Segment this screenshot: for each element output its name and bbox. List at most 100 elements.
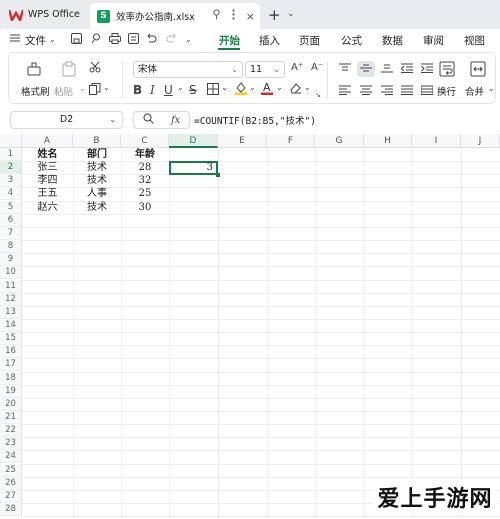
zoom-lookup-icon[interactable]	[143, 113, 154, 127]
align-bottom-icon[interactable]	[381, 62, 393, 76]
column-header-f[interactable]: F	[267, 134, 315, 148]
row-header-22[interactable]: 22	[0, 424, 22, 438]
row-header-17[interactable]: 17	[0, 358, 22, 372]
font-color-icon[interactable]: A	[261, 81, 273, 98]
decrease-indent-icon[interactable]	[400, 62, 413, 76]
align-top-icon[interactable]	[339, 62, 351, 76]
row-header-9[interactable]: 9	[0, 253, 22, 267]
close-tab-icon[interactable]: ×	[246, 10, 255, 23]
print-icon[interactable]	[109, 33, 121, 47]
tab-page[interactable]: 页面	[299, 33, 320, 48]
row-header-8[interactable]: 8	[0, 240, 22, 254]
font-color-chevron-icon[interactable]: ⌄	[276, 83, 283, 92]
row-header-24[interactable]: 24	[0, 450, 22, 464]
paste-chevron-icon[interactable]: ⌄	[79, 84, 86, 93]
cut-icon[interactable]	[89, 61, 101, 76]
italic-icon[interactable]: I	[150, 83, 155, 97]
row-header-26[interactable]: 26	[0, 476, 22, 490]
row-header-1[interactable]: 1	[0, 148, 22, 161]
merge-chevron-icon[interactable]: ⌄	[488, 84, 495, 93]
quick-access-chevron-icon[interactable]: ⌄	[185, 35, 192, 44]
row-header-25[interactable]: 25	[0, 463, 22, 477]
row-header-3[interactable]: 3	[0, 174, 22, 188]
new-tab-icon[interactable]: +	[268, 6, 281, 24]
column-header-a[interactable]: A	[22, 134, 73, 148]
align-right-icon[interactable]	[381, 84, 393, 98]
distributed-align-icon[interactable]	[420, 84, 434, 98]
strikethrough-icon[interactable]: S	[189, 83, 197, 97]
column-header-i[interactable]: I	[412, 134, 461, 148]
column-header-j[interactable]: J	[461, 134, 500, 148]
row-header-28[interactable]: 28	[0, 503, 22, 517]
bold-icon[interactable]: B	[133, 83, 142, 97]
clear-format-icon[interactable]	[289, 82, 302, 97]
row-header-20[interactable]: 20	[0, 397, 22, 411]
tab-formula[interactable]: 公式	[341, 33, 362, 48]
underline-chevron-icon[interactable]: ⌄	[177, 83, 184, 92]
row-header-27[interactable]: 27	[0, 489, 22, 503]
tab-file[interactable]: S 效率办公指南.xlsx ×	[90, 3, 260, 29]
align-middle-icon[interactable]	[360, 62, 372, 76]
column-header-e[interactable]: E	[218, 134, 267, 148]
wrap-text-label[interactable]: 换行	[437, 84, 456, 98]
menu-file[interactable]: 文件	[25, 33, 46, 48]
fill-handle[interactable]	[216, 173, 220, 177]
undo-icon[interactable]	[146, 33, 157, 47]
link-icon[interactable]	[91, 33, 102, 47]
spreadsheet-grid[interactable]: ABCDEFGHIJ 1 2 3 4 5 6 7 8 9 10 11 12 13 14 15 16 17 18 19…	[0, 134, 500, 519]
insert-function-icon[interactable]: fx	[171, 115, 180, 126]
column-header-d[interactable]: D	[169, 134, 218, 148]
font-name-select[interactable]: 宋体 ⌄	[133, 61, 243, 78]
merge-cells-label[interactable]: 合并	[465, 84, 484, 98]
formula-input[interactable]: =COUNTIF(B2:B5,"技术")	[194, 113, 316, 127]
paste-icon[interactable]	[61, 61, 77, 80]
font-dialog-launcher-icon[interactable]: ↘	[315, 91, 321, 99]
copy-icon[interactable]	[89, 83, 101, 98]
column-header-g[interactable]: G	[315, 134, 364, 148]
tab-view[interactable]: 视图	[464, 33, 485, 48]
pin-icon[interactable]	[212, 9, 221, 23]
font-size-select[interactable]: 11 ⌄	[245, 61, 285, 78]
row-header-10[interactable]: 10	[0, 266, 22, 280]
fill-color-icon[interactable]	[234, 81, 248, 98]
row-header-5[interactable]: 5	[0, 200, 22, 214]
column-header-b[interactable]: B	[73, 134, 121, 148]
save-icon[interactable]	[71, 33, 82, 47]
name-box[interactable]: D2 ⌄	[10, 111, 123, 129]
clear-format-chevron-icon[interactable]: ⌄	[304, 83, 311, 92]
row-header-14[interactable]: 14	[0, 318, 22, 332]
row-header-15[interactable]: 15	[0, 332, 22, 346]
format-painter-icon[interactable]	[26, 61, 42, 81]
decrease-font-icon[interactable]: A⁻	[311, 62, 323, 73]
row-header-6[interactable]: 6	[0, 213, 22, 227]
increase-indent-icon[interactable]	[421, 62, 433, 76]
redo-icon[interactable]	[166, 33, 177, 47]
wrap-text-icon[interactable]	[439, 61, 455, 80]
row-header-2[interactable]: 2	[0, 161, 22, 175]
tab-review[interactable]: 审阅	[423, 33, 444, 48]
row-header-12[interactable]: 12	[0, 292, 22, 306]
align-center-icon[interactable]	[360, 84, 372, 98]
paste-label[interactable]: 粘贴	[54, 84, 73, 98]
increase-font-icon[interactable]: A⁺	[291, 62, 303, 73]
print-preview-icon[interactable]	[128, 33, 139, 47]
tab-insert[interactable]: 插入	[259, 33, 280, 48]
row-header-7[interactable]: 7	[0, 226, 22, 240]
format-painter-label[interactable]: 格式刷	[21, 84, 50, 98]
chevron-down-icon[interactable]: ⌄	[287, 9, 295, 19]
fill-color-chevron-icon[interactable]: ⌄	[249, 83, 256, 92]
copy-chevron-icon[interactable]: ⌄	[103, 83, 110, 92]
tab-data[interactable]: 数据	[382, 33, 403, 48]
row-header-19[interactable]: 19	[0, 384, 22, 398]
underline-icon[interactable]: U	[164, 83, 173, 97]
align-left-icon[interactable]	[339, 84, 351, 98]
hamburger-menu-icon[interactable]	[10, 33, 20, 46]
column-header-h[interactable]: H	[364, 134, 412, 148]
tab-home[interactable]: 开始	[219, 33, 240, 48]
row-header-13[interactable]: 13	[0, 305, 22, 319]
row-header-18[interactable]: 18	[0, 371, 22, 385]
column-header-c[interactable]: C	[121, 134, 169, 148]
row-header-4[interactable]: 4	[0, 187, 22, 201]
select-all-corner[interactable]	[0, 134, 22, 148]
merge-cells-icon[interactable]	[470, 61, 486, 80]
